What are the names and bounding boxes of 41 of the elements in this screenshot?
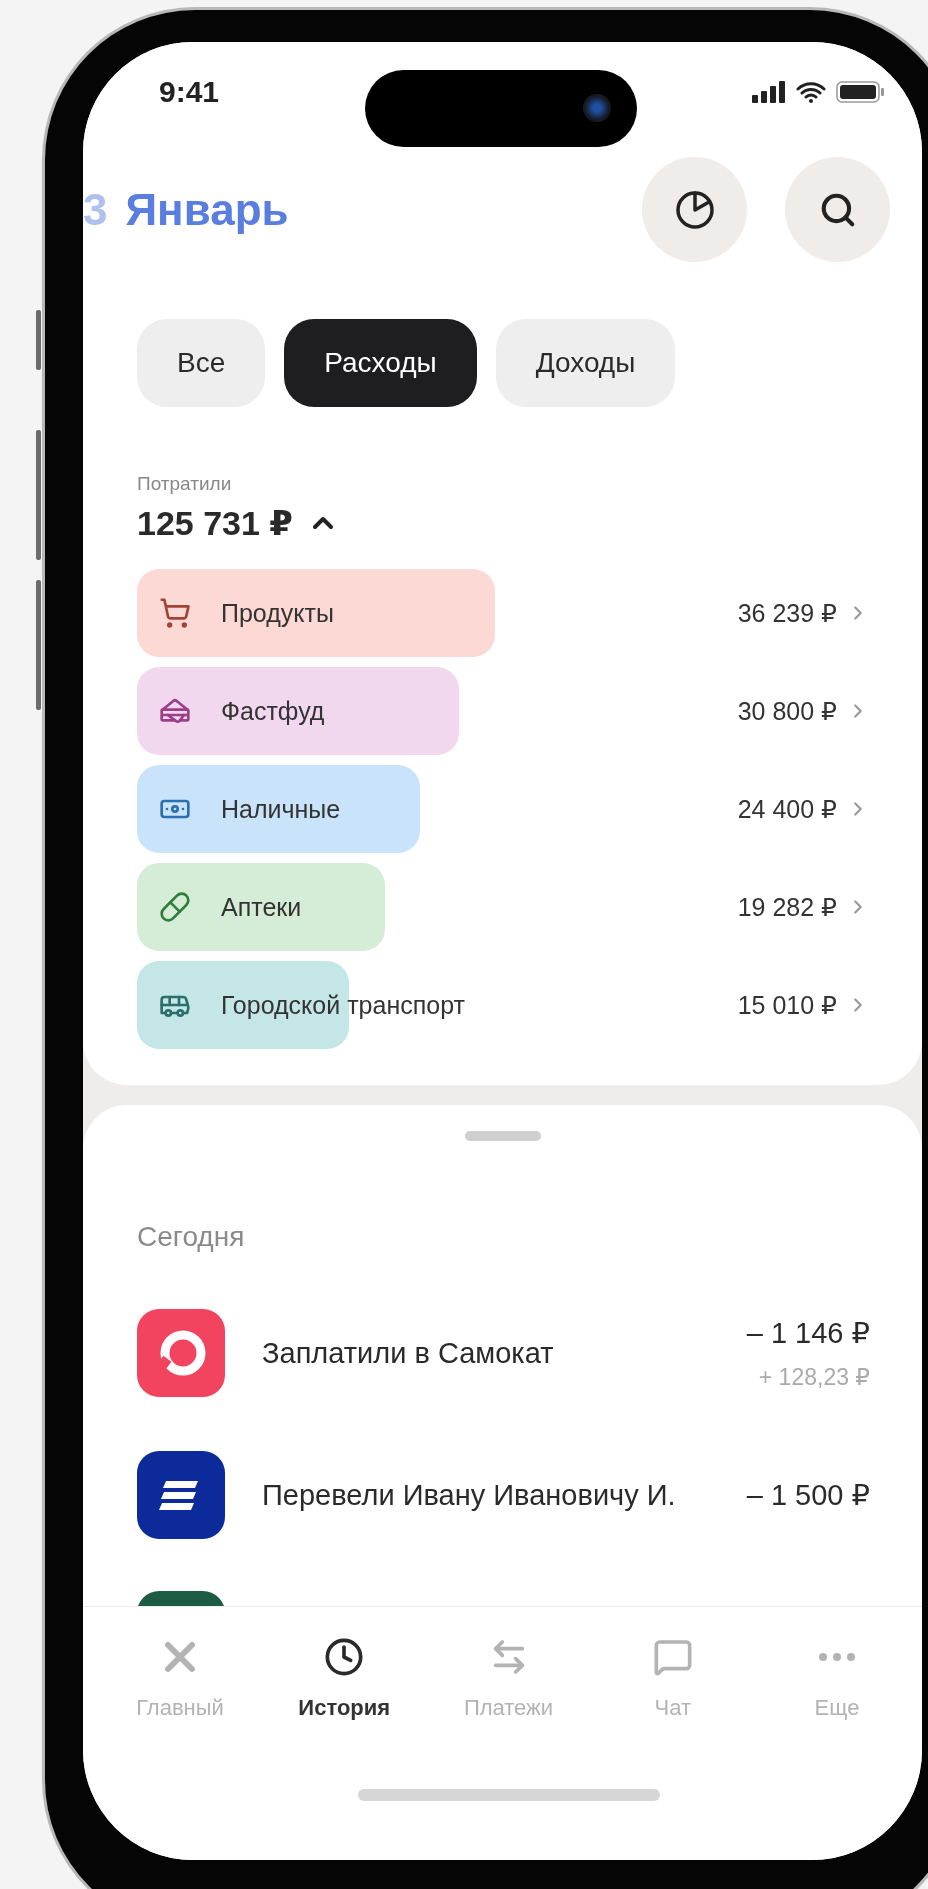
category-icon <box>159 891 191 923</box>
section-title: Сегодня <box>136 1220 246 1253</box>
tab-item[interactable]: Еще <box>762 1625 912 1733</box>
category-bar[interactable] <box>137 667 460 755</box>
category-bar[interactable] <box>137 765 421 853</box>
transaction-amount: – 1 500 ₽ <box>746 1478 870 1512</box>
camera-lens <box>583 94 611 122</box>
tab-item[interactable]: Чат <box>597 1625 748 1733</box>
category-amount: 19 282 ₽ <box>737 892 837 922</box>
filter-chip[interactable]: Все <box>137 319 266 407</box>
clock-icon <box>324 1637 365 1677</box>
more-icon <box>819 1653 855 1661</box>
category-bar[interactable] <box>137 569 495 657</box>
cashback-amount: + 128,23 ₽ <box>758 1363 870 1391</box>
month-title[interactable]: Январь <box>125 184 604 235</box>
wifi-icon <box>796 81 826 103</box>
category-name: Аптеки <box>221 892 303 922</box>
category-amount: 36 239 ₽ <box>737 598 837 628</box>
tab-item[interactable]: Платежи <box>433 1625 584 1733</box>
spent-amount: 125 731 ₽ <box>137 503 293 543</box>
status-time: 9:41 <box>159 75 220 109</box>
sheet-handle[interactable] <box>464 1131 541 1141</box>
category-amount: 15 010 ₽ <box>737 990 837 1020</box>
transaction-amount: – 1 146 ₽ <box>746 1315 870 1350</box>
spent-label: Потратили <box>137 473 233 495</box>
category-name: Фастфуд <box>221 696 326 726</box>
filter-chip[interactable]: Доходы <box>495 319 676 407</box>
transaction-title: Перевели Ивану Ивановичу И. <box>262 1477 677 1513</box>
category-name: Наличные <box>221 794 342 824</box>
transaction-title: Заплатили в Самокат <box>262 1335 555 1371</box>
category-amount: 30 800 ₽ <box>737 696 837 726</box>
signal-icon <box>752 81 786 103</box>
tab-item[interactable]: Главный <box>105 1625 255 1733</box>
category-amount: 24 400 ₽ <box>737 794 837 824</box>
battery-icon <box>836 81 884 103</box>
category-name: Городской транспорт <box>221 990 466 1020</box>
filter-chip[interactable]: Расходы <box>284 319 477 407</box>
chat-icon <box>652 1637 693 1677</box>
tab-item[interactable]: История <box>269 1625 420 1733</box>
category-icon <box>159 597 191 629</box>
category-name: Продукты <box>221 598 335 628</box>
